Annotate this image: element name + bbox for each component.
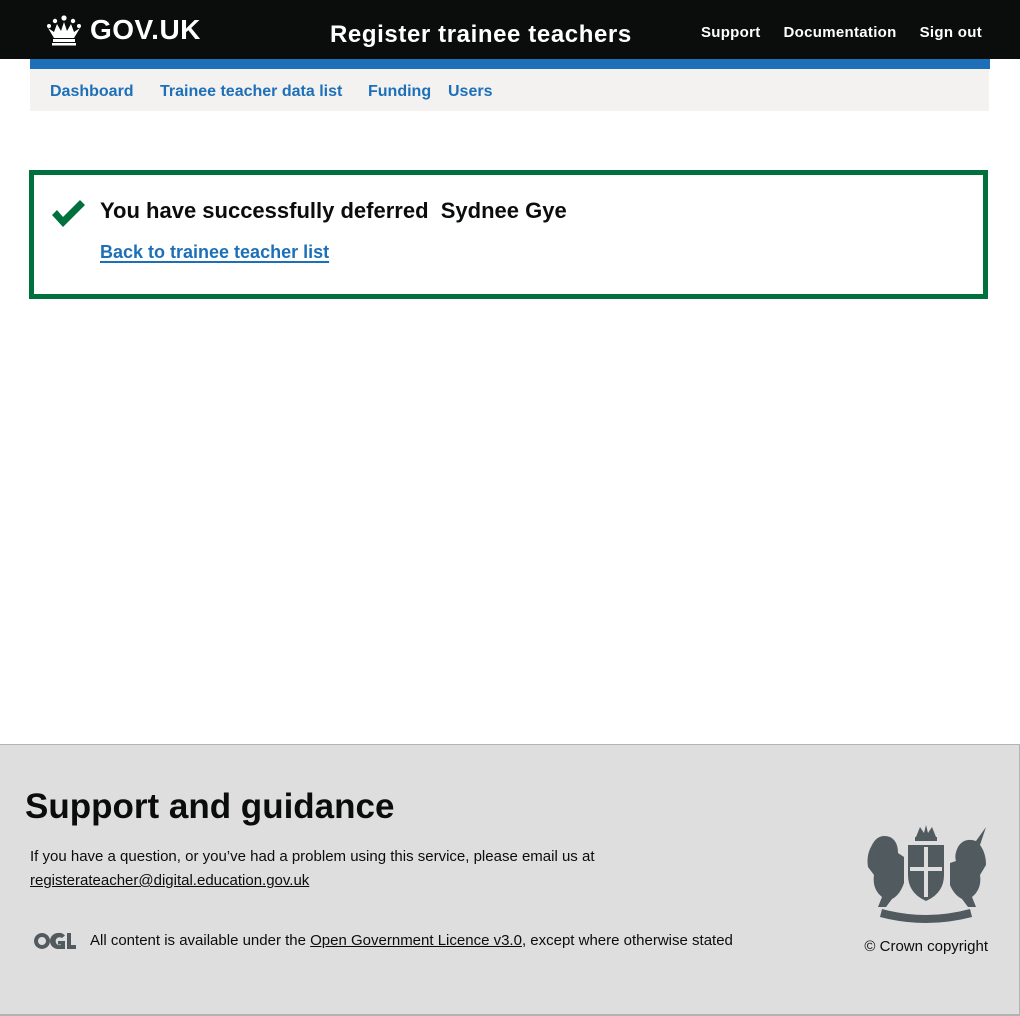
logo-text: GOV.UK	[90, 14, 201, 45]
licence-suffix: , except where otherwise stated	[521, 932, 733, 949]
success-panel: You have successfully deferred Sydnee Gy…	[29, 170, 988, 299]
support-email-link[interactable]: registerateacher@digital.education.gov.u…	[30, 872, 309, 889]
documentation-link[interactable]: Documentation	[784, 22, 897, 44]
header-navigation: Support Documentation Sign out	[701, 22, 982, 44]
ogl-logo	[34, 932, 76, 949]
footer-heading: Support and guidance	[25, 787, 395, 826]
crown-copyright-link[interactable]: © Crown copyright	[864, 938, 988, 955]
licence-prefix: All content is available under the	[90, 932, 311, 949]
nav-item-trainee-teacher-data-list[interactable]: Trainee teacher data list	[160, 81, 342, 103]
back-to-trainee-list-link[interactable]: Back to trainee teacher list	[100, 239, 329, 265]
help-text: If you have a question, or you’ve had a …	[30, 848, 595, 865]
open-government-licence-link[interactable]: Open Government Licence v3.0	[310, 932, 522, 949]
royal-coat-of-arms	[867, 825, 986, 923]
success-message: You have successfully deferred Sydnee Gy…	[100, 198, 567, 223]
primary-navigation: Dashboard Trainee teacher data list Fund…	[30, 69, 989, 111]
nav-item-funding[interactable]: Funding	[368, 81, 431, 103]
service-name[interactable]: Register trainee teachers	[330, 18, 632, 52]
header-blue-bar	[30, 59, 990, 69]
site-header: GOV.UK Register trainee teachers Support…	[0, 0, 1020, 59]
nav-item-dashboard[interactable]: Dashboard	[50, 81, 134, 103]
govuk-logo-link[interactable]: GOV.UK	[46, 14, 201, 46]
site-footer: Support and guidance If you have a quest…	[0, 744, 1020, 1016]
check-icon	[52, 200, 85, 227]
crown-copyright: © Crown copyright	[864, 935, 988, 959]
licence-row: All content is available under the Open …	[34, 929, 733, 953]
licence-text: All content is available under the Open …	[90, 929, 733, 953]
sign-out-link[interactable]: Sign out	[920, 22, 982, 44]
nav-item-users[interactable]: Users	[448, 81, 492, 103]
footer-help-text: If you have a question, or you’ve had a …	[30, 845, 650, 893]
crown-icon	[47, 15, 81, 46]
support-link[interactable]: Support	[701, 22, 761, 44]
